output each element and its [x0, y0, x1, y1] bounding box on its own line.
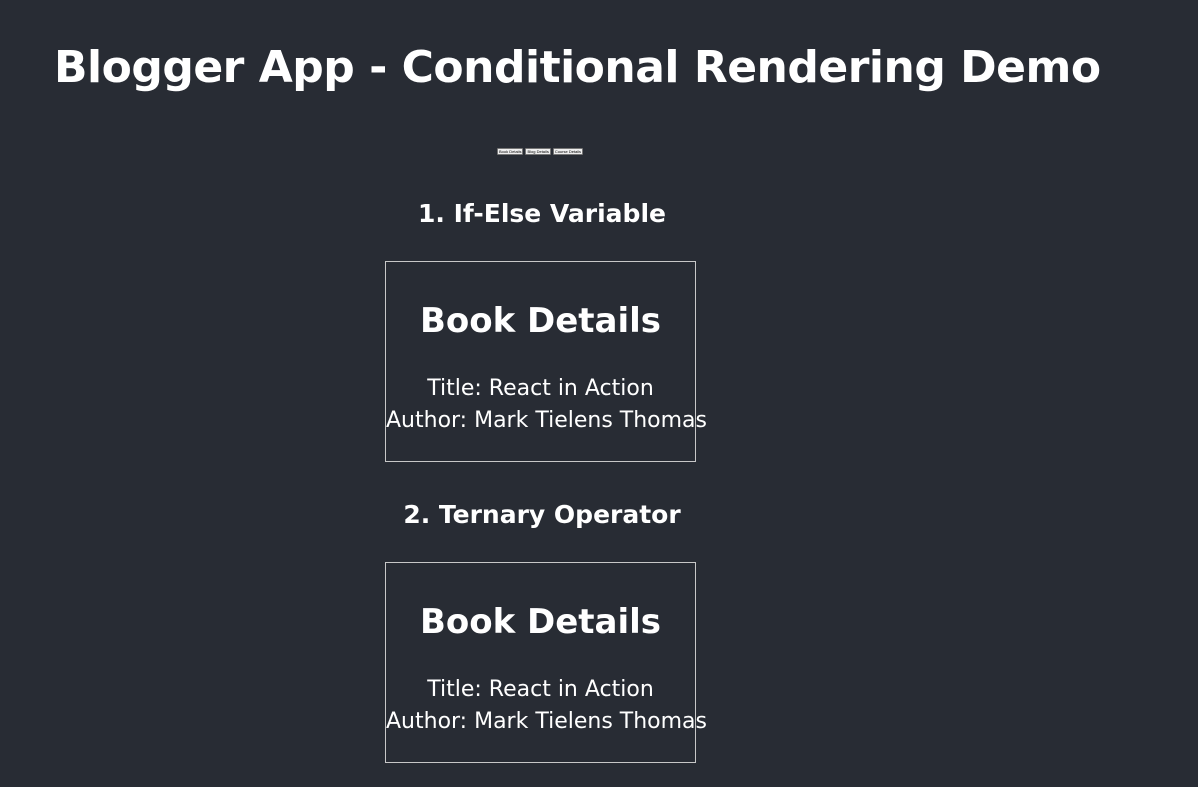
section-heading-if-else: 1. If-Else Variable	[418, 199, 666, 228]
course-details-button[interactable]: Course Details	[552, 148, 584, 155]
book-details-card: Book Details Title: React in Action Auth…	[385, 562, 707, 763]
book-title-text: Title: React in Action	[427, 376, 654, 401]
page-title: Blogger App - Conditional Rendering Demo	[54, 42, 1101, 93]
book-details-card: Book Details Title: React in Action Auth…	[385, 261, 707, 462]
book-title-text: Title: React in Action	[427, 677, 654, 702]
book-details-button[interactable]: Book Details	[497, 148, 524, 155]
book-author-text: Author: Mark Tielens Thomas	[386, 709, 707, 734]
book-author-text: Author: Mark Tielens Thomas	[386, 408, 707, 433]
card-heading: Book Details	[419, 301, 662, 341]
blog-details-button[interactable]: Blog Details	[525, 148, 551, 155]
view-toggle-toolbar: Book Details Blog Details Course Details	[497, 148, 584, 155]
card-heading: Book Details	[419, 602, 662, 642]
section-heading-ternary: 2. Ternary Operator	[403, 500, 681, 529]
